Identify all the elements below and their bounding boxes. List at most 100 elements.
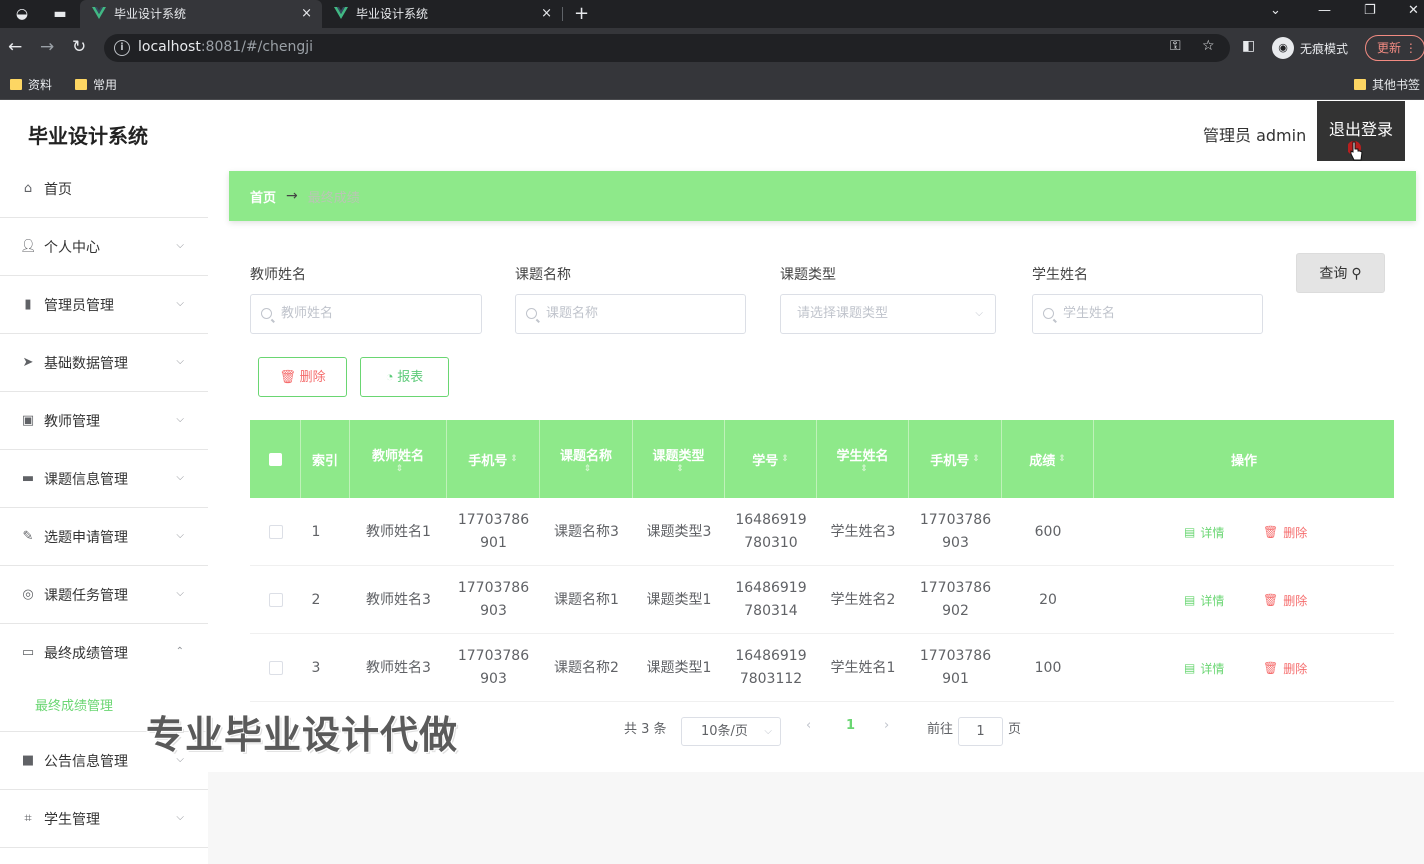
back-icon[interactable]: ← <box>8 37 22 57</box>
sidebar-item-teachers[interactable]: ▣ 教师管理 ⌵ <box>0 392 208 450</box>
key-icon[interactable]: ⚿ <box>1170 38 1181 54</box>
column-header-topic[interactable]: 课题名称 ⇕ <box>540 420 633 498</box>
bookmark-folder[interactable]: 资料 <box>10 76 52 93</box>
cell-teacher: 教师姓名1 <box>366 523 431 540</box>
cell-score: 600 <box>1034 523 1062 540</box>
browser-tab[interactable]: 毕业设计系统 × <box>322 0 563 28</box>
batch-delete-button[interactable]: 🗑︎ 删除 <box>258 357 347 397</box>
cell-phone: 17703786 903 <box>919 512 992 551</box>
column-header-student[interactable]: 学生姓名 ⇕ <box>817 420 909 498</box>
tab-list-chevron-icon[interactable]: ⌄ <box>1270 3 1281 18</box>
column-header-type[interactable]: 课题类型 ⇕ <box>633 420 725 498</box>
app-title: 毕业设计系统 <box>28 124 148 148</box>
site-info-icon[interactable]: i <box>114 40 130 56</box>
row-checkbox[interactable] <box>268 525 283 539</box>
url-text[interactable]: localhost:8081/#/chengji <box>138 39 313 55</box>
forward-icon[interactable]: → <box>40 37 54 57</box>
topic-type-select[interactable]: 请选择课题类型 ⌵ <box>780 294 996 334</box>
column-header-student-no[interactable]: 学号 ⇕ <box>725 420 817 498</box>
next-page-button[interactable]: › <box>884 718 889 733</box>
sidebar-item-admins[interactable]: ▮ 管理员管理 ⌵ <box>0 276 208 334</box>
bookmark-star-icon[interactable]: ☆ <box>1202 38 1215 54</box>
cell-student-no: 16486919 7803112 <box>735 648 807 687</box>
delete-link[interactable]: 🗑︎ 删除 <box>1263 634 1307 702</box>
minimize-icon[interactable]: — <box>1318 3 1331 18</box>
sidebar-item-basic-data[interactable]: ➤ 基础数据管理 ⌵ <box>0 334 208 392</box>
search-icon: ⚲ <box>1351 265 1362 281</box>
sidebar-item-final-scores[interactable]: ▭ 最终成绩管理 ⌃ <box>0 624 208 682</box>
prev-page-button[interactable]: ‹ <box>806 718 811 733</box>
tab-close-icon[interactable]: × <box>541 0 552 28</box>
row-checkbox[interactable] <box>268 661 283 675</box>
column-header-phone[interactable]: 手机号 ⇕ <box>447 420 540 498</box>
breadcrumb-arrow: → <box>286 188 298 204</box>
topic-name-label: 课题名称 <box>515 267 571 283</box>
footer-area <box>208 772 1424 864</box>
cell-topic: 课题名称2 <box>554 659 619 676</box>
report-button[interactable]: ◔ 报表 <box>360 357 449 397</box>
delete-link[interactable]: 🗑︎ 删除 <box>1263 566 1307 634</box>
detail-link[interactable]: ▤ 详情 <box>1184 566 1224 634</box>
incognito-icon: ◉ <box>1272 37 1294 59</box>
close-window-icon[interactable]: ✕ <box>1408 3 1419 18</box>
select-all-checkbox-cell[interactable] <box>250 420 301 498</box>
chevron-down-icon: ⌵ <box>176 588 184 599</box>
page-unit-label: 页 <box>1008 722 1022 737</box>
side-panel-icon[interactable]: ◧ <box>1242 38 1255 54</box>
chevron-down-icon: ⌵ <box>176 530 184 541</box>
sidebar-item-students[interactable]: ⌗ 学生管理 ⌵ <box>0 790 208 848</box>
detail-link[interactable]: ▤ 详情 <box>1184 634 1224 702</box>
tab-search-icon[interactable]: ▬ <box>50 4 70 24</box>
home-icon: ⌂ <box>23 180 33 196</box>
column-header-score[interactable]: 成绩 ⇕ <box>1002 420 1094 498</box>
teacher-name-input[interactable]: 教师姓名 <box>250 294 482 334</box>
cell-student: 学生姓名3 <box>830 523 896 540</box>
page-number-current[interactable]: 1 <box>846 718 855 733</box>
sidebar-item-tasks[interactable]: ◎ 课题任务管理 ⌵ <box>0 566 208 624</box>
restore-icon[interactable]: ❐ <box>1364 3 1376 18</box>
delete-link[interactable]: 🗑︎ 删除 <box>1263 498 1307 566</box>
goto-page-input[interactable]: 1 <box>958 717 1003 746</box>
cell-student-no: 16486919 780310 <box>735 512 807 551</box>
incognito-indicator[interactable]: ◉ 无痕模式 <box>1272 37 1348 59</box>
cell-topic: 课题名称3 <box>554 523 619 540</box>
folder-icon <box>10 79 22 90</box>
browser-menu-icon[interactable]: ◒ <box>12 4 32 24</box>
pagination-total: 共 3 条 <box>624 722 667 737</box>
select-all-checkbox[interactable] <box>268 452 282 466</box>
cell-index: 2 <box>311 591 321 608</box>
breadcrumb-home[interactable]: 首页 <box>250 187 276 206</box>
topic-name-input[interactable]: 课题名称 <box>515 294 746 334</box>
user-icon: 👤︎ <box>20 238 37 254</box>
query-button[interactable]: 查询 ⚲ <box>1296 253 1385 293</box>
goto-label: 前往 <box>927 722 954 737</box>
vue-logo-icon <box>334 7 348 19</box>
row-checkbox[interactable] <box>268 593 283 607</box>
sidebar-item-personal[interactable]: 👤︎ 个人中心 ⌵ <box>0 218 208 276</box>
student-name-input[interactable]: 学生姓名 <box>1032 294 1263 334</box>
cell-teacher: 教师姓名3 <box>366 591 431 608</box>
browser-tab-active[interactable]: 毕业设计系统 × <box>80 0 322 28</box>
bookmark-folder[interactable]: 常用 <box>75 76 117 93</box>
reload-icon[interactable]: ↻ <box>72 37 86 57</box>
send-icon: ➤ <box>22 354 34 370</box>
sidebar-item-topics[interactable]: ▬ 课题信息管理 ⌵ <box>0 450 208 508</box>
detail-link[interactable]: ▤ 详情 <box>1184 498 1224 566</box>
tab-close-icon[interactable]: × <box>301 0 312 28</box>
table-row: 3 教师姓名3 17703786 903 课题名称2 课题类型1 16486919… <box>250 634 1394 702</box>
admin-label: 管理员 admin <box>1203 126 1307 145</box>
column-header-teacher[interactable]: 教师姓名 ⇕ <box>350 420 447 498</box>
cell-student: 学生姓名2 <box>830 591 896 608</box>
page-size-select[interactable]: 10条/页 ⌵ <box>681 717 781 746</box>
address-bar[interactable]: i localhost:8081/#/chengji ⚿ ☆ <box>104 34 1230 62</box>
column-header-phone[interactable]: 手机号 ⇕ <box>909 420 1002 498</box>
tab-title: 毕业设计系统 <box>356 7 429 21</box>
sidebar-item-applications[interactable]: ✎ 选题申请管理 ⌵ <box>0 508 208 566</box>
other-bookmarks[interactable]: 其他书签 <box>1354 76 1420 93</box>
update-button[interactable]: 更新 ⋮ <box>1365 35 1424 61</box>
browser-tab-strip: ◒ ▬ 毕业设计系统 × 毕业设计系统 × + ⌄ — ❐ ✕ <box>0 0 1424 28</box>
sidebar-item-home[interactable]: ⌂ 首页 <box>0 160 208 218</box>
new-tab-button[interactable]: + <box>574 3 589 24</box>
cell-phone: 17703786 901 <box>919 648 992 687</box>
column-header-index: 索引 <box>301 420 350 498</box>
